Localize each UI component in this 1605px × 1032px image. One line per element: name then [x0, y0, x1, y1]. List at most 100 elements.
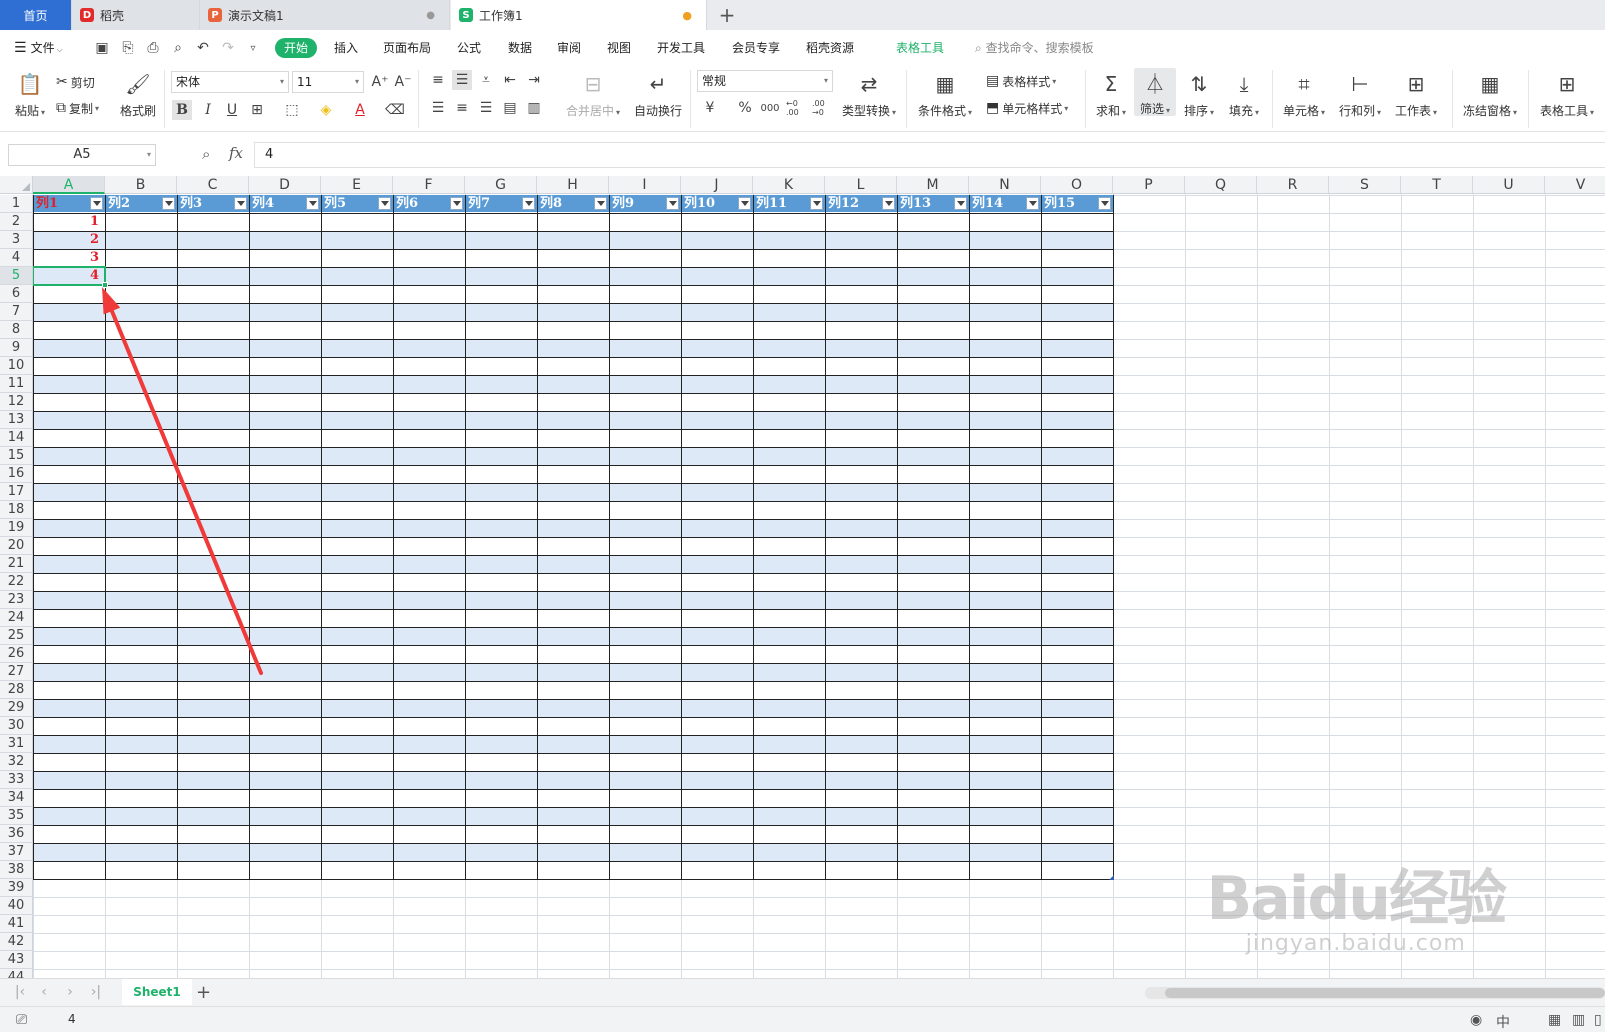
table-resize-handle[interactable] [1109, 875, 1114, 880]
menu-daoke-resources[interactable]: 稻壳资源 [806, 38, 854, 58]
border-icon[interactable]: ⊞ [247, 100, 267, 120]
underline-button[interactable]: U [222, 100, 242, 120]
row-header[interactable]: 25 [0, 627, 33, 645]
column-header[interactable]: H [537, 176, 609, 194]
column-header[interactable]: I [609, 176, 681, 194]
column-header[interactable]: B [105, 176, 177, 194]
row-header[interactable]: 28 [0, 681, 33, 699]
decrease-indent-icon[interactable]: ⇤ [500, 70, 520, 90]
table-style-button[interactable]: ▤ 表格样式 ▾ [986, 71, 1056, 91]
filter-dropdown-icon[interactable] [162, 197, 175, 210]
row-header[interactable]: 18 [0, 501, 33, 519]
menu-developer[interactable]: 开发工具 [657, 38, 705, 58]
align-top-icon[interactable]: ≡ [428, 70, 448, 90]
cell-value[interactable]: 2 [33, 231, 101, 249]
cell-value[interactable]: 1 [33, 213, 101, 231]
table-header-cell[interactable]: 列9 [609, 195, 665, 212]
conditional-format-button[interactable]: ▦ 条件格式 ▾ [914, 70, 976, 119]
filter-dropdown-icon[interactable] [90, 197, 103, 210]
fill-button[interactable]: ⤓ 填充 ▾ [1224, 70, 1264, 119]
column-header[interactable]: D [249, 176, 321, 194]
tab-daoke[interactable]: D 稻壳 [72, 0, 200, 30]
column-header[interactable]: F [393, 176, 465, 194]
menu-insert[interactable]: 插入 [334, 38, 358, 58]
row-header[interactable]: 17 [0, 483, 33, 501]
row-header[interactable]: 21 [0, 555, 33, 573]
print-icon[interactable]: ⎙ [144, 39, 162, 57]
row-header[interactable]: 5 [0, 267, 33, 285]
table-header-cell[interactable]: 列8 [537, 195, 593, 212]
column-header[interactable]: P [1113, 176, 1185, 194]
eye-protection-icon[interactable]: ◉ [1470, 1012, 1482, 1028]
table-header-cell[interactable]: 列7 [465, 195, 521, 212]
spreadsheet-grid[interactable]: 列1 列2 列3 列4 列5 列6 列7 列8 列9 列10 列11 列12 列13 列14 列15 1 2 3 4… [0, 176, 1605, 978]
active-cell-border[interactable] [32, 266, 106, 286]
font-color-icon[interactable]: A [350, 100, 370, 120]
menu-data[interactable]: 数据 [508, 38, 532, 58]
row-header[interactable]: 32 [0, 753, 33, 771]
column-header[interactable]: O [1041, 176, 1113, 194]
menu-review[interactable]: 审阅 [557, 38, 581, 58]
undo-icon[interactable]: ↶ [194, 39, 212, 57]
column-header[interactable]: G [465, 176, 537, 194]
column-header[interactable]: M [897, 176, 969, 194]
row-header[interactable]: 12 [0, 393, 33, 411]
wrap-text-button[interactable]: ↵ 自动换行 [632, 70, 684, 119]
row-header[interactable]: 31 [0, 735, 33, 753]
filter-dropdown-icon[interactable] [450, 197, 463, 210]
prev-sheet-icon[interactable]: ‹ [36, 983, 52, 1001]
table-header-cell[interactable]: 列15 [1041, 195, 1097, 212]
italic-button[interactable]: I [198, 100, 218, 120]
table-header-cell[interactable]: 列4 [249, 195, 305, 212]
row-header[interactable]: 29 [0, 699, 33, 717]
print-preview-icon[interactable]: ⌕ [169, 39, 187, 57]
tab-home[interactable]: 首页 [0, 0, 72, 30]
currency-icon[interactable]: ¥ [700, 98, 720, 118]
tab-workbook[interactable]: S 工作簿1 ● [451, 0, 707, 30]
row-header[interactable]: 13 [0, 411, 33, 429]
file-menu[interactable]: ☰ 文件 ⌵ [14, 38, 63, 58]
justify-icon[interactable]: ▤ [500, 98, 520, 118]
font-size-select[interactable]: 11 ▾ [292, 71, 364, 93]
table-header-cell[interactable]: 列14 [969, 195, 1025, 212]
sort-button[interactable]: ⇅ 排序 ▾ [1180, 70, 1218, 119]
row-header[interactable]: 37 [0, 843, 33, 861]
row-header[interactable]: 9 [0, 339, 33, 357]
row-header[interactable]: 26 [0, 645, 33, 663]
align-center-icon[interactable]: ≡ [452, 98, 472, 118]
column-header[interactable]: N [969, 176, 1041, 194]
column-header[interactable]: K [753, 176, 825, 194]
table-header-cell[interactable]: 列11 [753, 195, 809, 212]
increase-decimal-icon[interactable]: ←0 .00 [786, 98, 810, 118]
paste-button[interactable]: 📋 粘贴 ▾ [10, 70, 50, 119]
row-header[interactable]: 7 [0, 303, 33, 321]
fx-icon[interactable]: fx [229, 144, 243, 162]
column-header[interactable]: Q [1185, 176, 1257, 194]
filter-dropdown-icon[interactable] [522, 197, 535, 210]
row-header[interactable]: 42 [0, 933, 33, 951]
row-header[interactable]: 30 [0, 717, 33, 735]
filter-dropdown-icon[interactable] [954, 197, 967, 210]
row-header[interactable]: 6 [0, 285, 33, 303]
shrink-font-icon[interactable]: A⁻ [393, 72, 413, 92]
percent-icon[interactable]: % [735, 98, 755, 118]
formula-input[interactable]: 4 [254, 142, 1605, 168]
align-right-icon[interactable]: ☰ [476, 98, 496, 118]
filter-dropdown-icon[interactable] [378, 197, 391, 210]
column-header[interactable]: V [1545, 176, 1605, 194]
fill-effect-icon[interactable]: ⬚ [282, 100, 302, 120]
align-bottom-icon[interactable]: ⩡ [476, 70, 496, 90]
filter-dropdown-icon[interactable] [1098, 197, 1111, 210]
cell-value[interactable]: 3 [33, 249, 101, 267]
row-col-button[interactable]: ⊢ 行和列 ▾ [1336, 70, 1384, 119]
column-header[interactable]: S [1329, 176, 1401, 194]
tab-presentation[interactable]: P 演示文稿1 ● [200, 0, 450, 30]
row-header[interactable]: 8 [0, 321, 33, 339]
table-header-cell[interactable]: 列13 [897, 195, 953, 212]
row-header[interactable]: 15 [0, 447, 33, 465]
grow-font-icon[interactable]: A⁺ [370, 72, 390, 92]
zoom-search-icon[interactable]: ⌕ [202, 145, 210, 163]
sum-button[interactable]: Σ 求和 ▾ [1092, 70, 1130, 119]
row-header[interactable]: 38 [0, 861, 33, 879]
column-header[interactable]: J [681, 176, 753, 194]
